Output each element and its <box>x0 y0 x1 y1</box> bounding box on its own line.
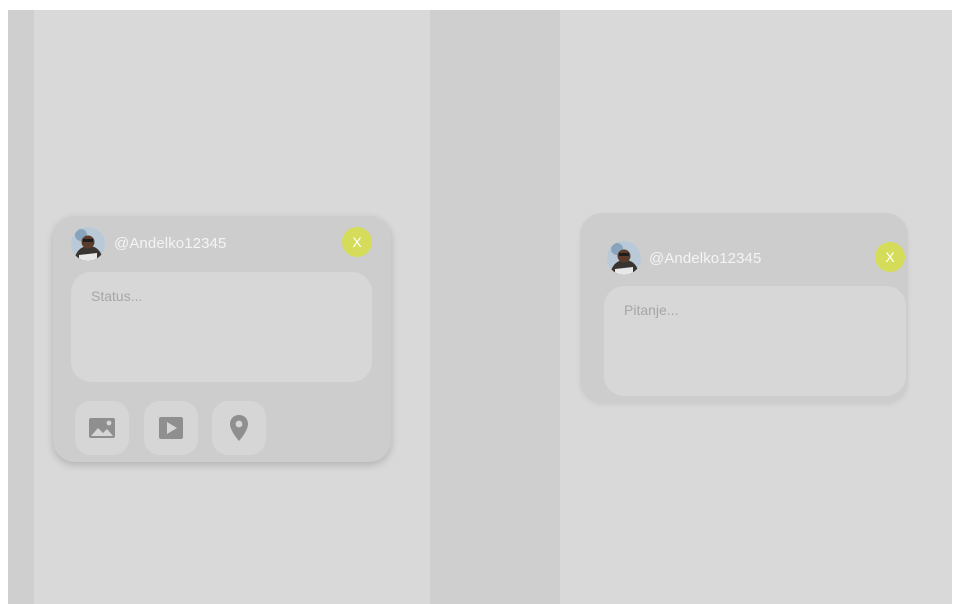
video-icon <box>159 417 183 439</box>
avatar[interactable] <box>607 241 641 275</box>
close-button[interactable]: X <box>875 242 905 272</box>
question-card: @Andelko12345 X Pitanje... <box>580 213 908 403</box>
add-image-button[interactable] <box>75 401 129 455</box>
avatar-image <box>607 241 641 275</box>
add-video-button[interactable] <box>144 401 198 455</box>
username: @Andelko12345 <box>114 235 227 252</box>
username: @Andelko12345 <box>649 250 762 267</box>
close-button[interactable]: X <box>342 227 372 257</box>
status-card: @Andelko12345 X Status... <box>53 216 391 462</box>
add-location-button[interactable] <box>212 401 266 455</box>
avatar-image <box>71 227 105 261</box>
avatar[interactable] <box>71 227 105 261</box>
status-input[interactable]: Status... <box>71 272 372 382</box>
image-icon <box>89 418 115 438</box>
question-input[interactable]: Pitanje... <box>604 286 906 396</box>
location-icon <box>230 415 248 441</box>
